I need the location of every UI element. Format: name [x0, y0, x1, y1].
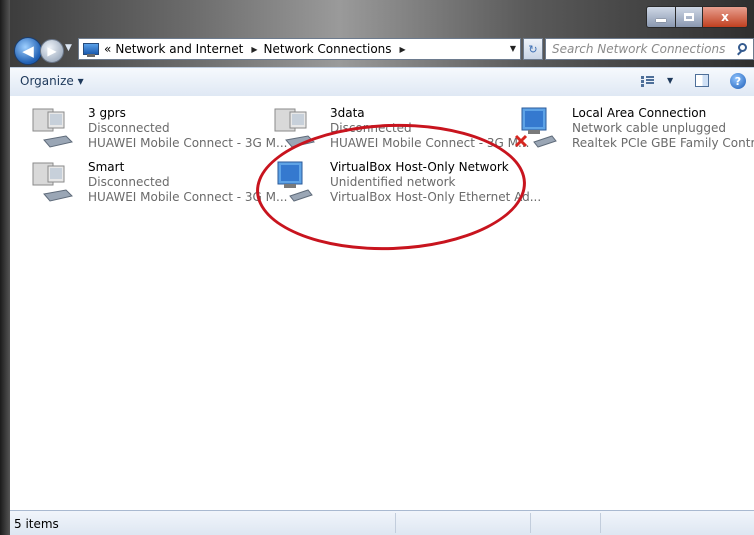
- connection-name: Local Area Connection: [572, 106, 707, 120]
- ethernet-connection-icon: [277, 161, 313, 202]
- network-folder-icon: [83, 41, 101, 57]
- connection-device: HUAWEI Mobile Connect - 3G M...: [330, 136, 530, 150]
- back-arrow-icon: ◀: [22, 42, 34, 60]
- minimize-button[interactable]: [646, 6, 676, 28]
- caption-buttons: x: [646, 6, 748, 28]
- connection-item-virtualbox-host-only[interactable]: VirtualBox Host-Only Network Unidentifie…: [272, 160, 541, 210]
- help-button[interactable]: ?: [730, 73, 746, 89]
- search-icon[interactable]: [738, 43, 747, 52]
- connection-item-3data[interactable]: 3data Disconnected HUAWEI Mobile Connect…: [272, 106, 529, 156]
- change-view-icon[interactable]: [641, 75, 654, 88]
- search-placeholder: Search Network Connections: [552, 42, 726, 56]
- navigation-row: ◀ ▶ ▼ « Network and Internet ▶ Network C…: [10, 36, 754, 65]
- breadcrumb-network-connections[interactable]: Network Connections: [263, 42, 391, 56]
- minimize-icon: [656, 18, 666, 22]
- organize-menu-button[interactable]: Organize ▾: [20, 74, 84, 88]
- item-count: 5 items: [14, 517, 59, 531]
- connection-status: Disconnected: [330, 121, 412, 135]
- connection-name: 3data: [330, 106, 365, 120]
- connection-text: Local Area Connection Network cable unpl…: [572, 106, 754, 151]
- status-bar: 5 items: [10, 510, 754, 535]
- connection-item-local-area-connection[interactable]: Local Area Connection Network cable unpl…: [514, 106, 754, 156]
- refresh-button[interactable]: ↻: [523, 38, 543, 60]
- modem-connection-icon: [32, 108, 73, 148]
- address-bar[interactable]: « Network and Internet ▶ Network Connect…: [78, 38, 521, 60]
- connection-name: VirtualBox Host-Only Network: [330, 160, 509, 174]
- status-divider: [530, 513, 531, 533]
- connection-status: Disconnected: [88, 175, 170, 189]
- recent-pages-dropdown[interactable]: ▼: [65, 43, 75, 55]
- ethernet-unplugged-icon: [514, 107, 557, 148]
- address-dropdown-icon[interactable]: ▼: [510, 44, 516, 53]
- connection-text: 3 gprs Disconnected HUAWEI Mobile Connec…: [88, 106, 287, 151]
- search-input[interactable]: Search Network Connections: [545, 38, 754, 60]
- breadcrumb-overflow[interactable]: «: [104, 42, 111, 56]
- command-bar: Organize ▾ ▼ ?: [10, 67, 754, 97]
- connection-device: HUAWEI Mobile Connect - 3G M...: [88, 190, 288, 204]
- connection-status: Network cable unplugged: [572, 121, 727, 135]
- breadcrumb-network-and-internet[interactable]: Network and Internet: [115, 42, 243, 56]
- breadcrumb-separator-icon[interactable]: ▶: [251, 45, 257, 54]
- connection-status: Disconnected: [88, 121, 170, 135]
- modem-connection-icon: [274, 108, 315, 148]
- status-divider: [395, 513, 396, 533]
- close-icon: x: [721, 10, 729, 24]
- connection-status: Unidentified network: [330, 175, 456, 189]
- connection-device: Realtek PCIe GBE Family Controller: [572, 136, 754, 150]
- forward-arrow-icon: ▶: [47, 44, 57, 58]
- connection-text: Smart Disconnected HUAWEI Mobile Connect…: [88, 160, 287, 205]
- status-divider: [600, 513, 601, 533]
- connection-device: HUAWEI Mobile Connect - 3G M...: [88, 136, 288, 150]
- back-button[interactable]: ◀: [14, 37, 42, 65]
- window-left-border: [0, 0, 10, 535]
- maximize-button[interactable]: [676, 6, 703, 28]
- connection-item-3-gprs[interactable]: 3 gprs Disconnected HUAWEI Mobile Connec…: [30, 106, 287, 156]
- close-button[interactable]: x: [703, 6, 748, 28]
- preview-pane-icon[interactable]: [695, 74, 709, 87]
- connection-name: Smart: [88, 160, 125, 174]
- connection-text: VirtualBox Host-Only Network Unidentifie…: [330, 160, 541, 205]
- refresh-icon: ↻: [528, 42, 538, 56]
- connection-text: 3data Disconnected HUAWEI Mobile Connect…: [330, 106, 529, 151]
- breadcrumb-separator-icon[interactable]: ▶: [400, 45, 406, 54]
- view-options-dropdown-icon[interactable]: ▼: [667, 76, 673, 85]
- connection-name: 3 gprs: [88, 106, 126, 120]
- maximize-icon: [684, 13, 694, 21]
- explorer-window: x ◀ ▶ ▼ « Network and Internet ▶ Network…: [0, 0, 754, 535]
- connections-view: 3 gprs Disconnected HUAWEI Mobile Connec…: [10, 96, 754, 510]
- help-icon: ?: [734, 74, 742, 88]
- connection-device: VirtualBox Host-Only Ethernet Ad...: [330, 190, 542, 204]
- connection-item-smart[interactable]: Smart Disconnected HUAWEI Mobile Connect…: [30, 160, 287, 210]
- modem-connection-icon: [32, 162, 73, 202]
- forward-button[interactable]: ▶: [40, 39, 64, 63]
